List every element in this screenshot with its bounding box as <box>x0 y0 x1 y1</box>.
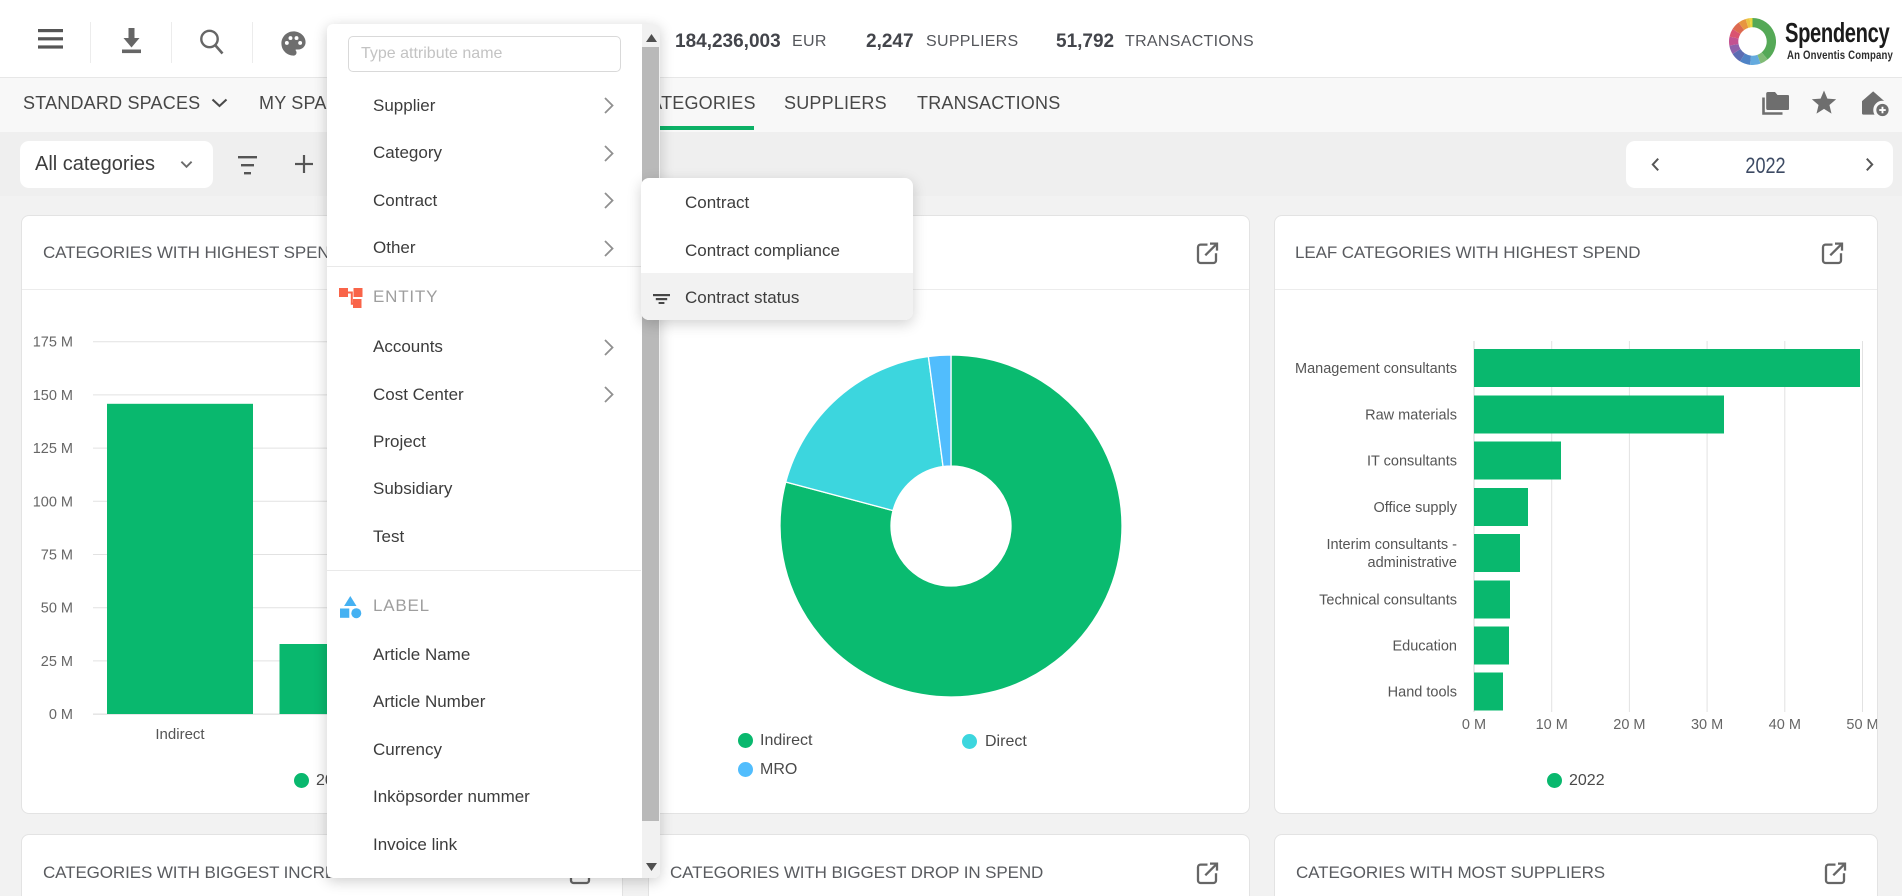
svg-text:100 M: 100 M <box>33 494 73 510</box>
svg-text:IT consultants: IT consultants <box>1367 454 1457 470</box>
svg-text:50 M: 50 M <box>41 601 73 617</box>
svg-text:Education: Education <box>1393 639 1458 655</box>
svg-text:administrative: administrative <box>1368 555 1457 571</box>
svg-text:40 M: 40 M <box>1769 717 1801 733</box>
svg-text:0 M: 0 M <box>1462 717 1486 733</box>
svg-text:Hand tools: Hand tools <box>1388 685 1457 701</box>
svg-text:Raw materials: Raw materials <box>1365 408 1457 424</box>
svg-text:Management consultants: Management consultants <box>1295 361 1457 377</box>
svg-text:20 M: 20 M <box>1613 717 1645 733</box>
svg-text:125 M: 125 M <box>33 441 73 457</box>
svg-text:Indirect: Indirect <box>155 726 205 743</box>
svg-text:30 M: 30 M <box>1691 717 1723 733</box>
svg-text:175 M: 175 M <box>33 335 73 351</box>
svg-text:150 M: 150 M <box>33 388 73 404</box>
svg-text:Office supply: Office supply <box>1373 500 1457 516</box>
svg-text:10 M: 10 M <box>1536 717 1568 733</box>
svg-text:75 M: 75 M <box>41 548 73 564</box>
svg-text:50 M: 50 M <box>1846 717 1877 733</box>
svg-text:Interim consultants -: Interim consultants - <box>1326 537 1457 553</box>
svg-text:Technical consultants: Technical consultants <box>1319 593 1457 609</box>
svg-text:25 M: 25 M <box>41 654 73 670</box>
svg-text:0 M: 0 M <box>49 707 73 723</box>
